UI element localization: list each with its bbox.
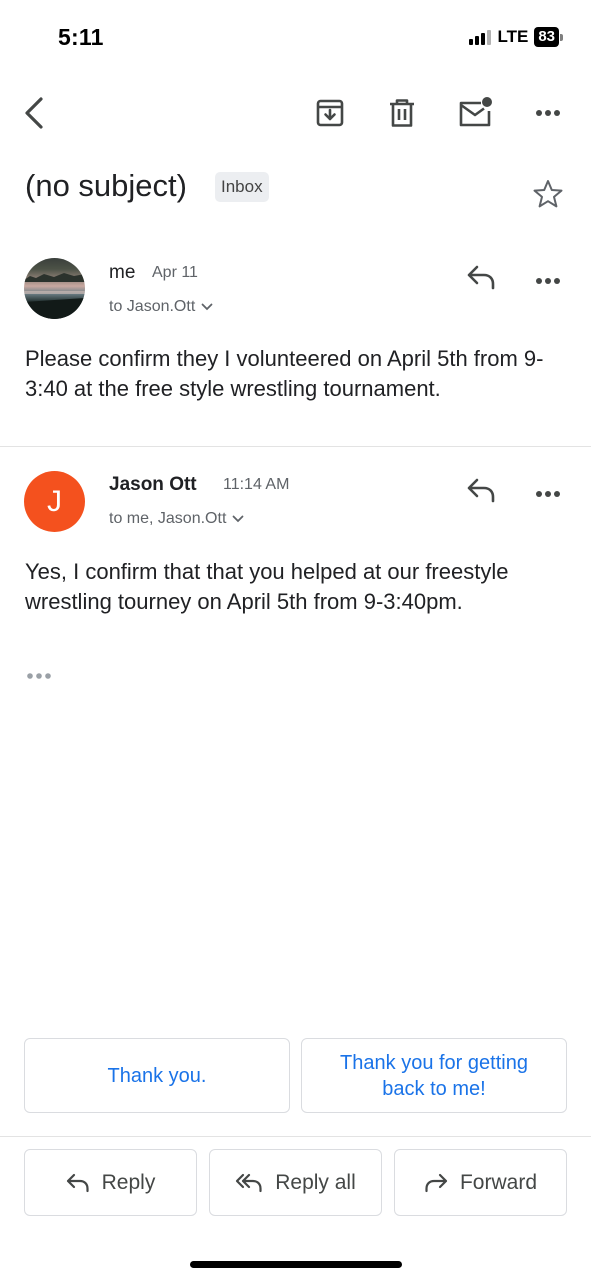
mark-unread-button[interactable]	[455, 93, 495, 133]
archive-button[interactable]	[310, 93, 350, 133]
forward-icon	[425, 1173, 448, 1192]
message-date: Apr 11	[152, 264, 198, 281]
message-more-button[interactable]	[535, 485, 561, 503]
reply-button[interactable]	[466, 477, 496, 508]
chevron-left-icon	[25, 97, 43, 129]
sender-name: Jason Ott	[109, 474, 197, 495]
reply-icon	[467, 478, 495, 503]
message-date: 11:14 AM	[223, 476, 290, 493]
archive-icon	[316, 99, 344, 127]
message-body: Yes, I confirm that that you helped at o…	[25, 559, 509, 614]
status-indicators: LTE 83	[469, 27, 563, 47]
smart-reply-button[interactable]: Thank you.	[24, 1038, 290, 1113]
reply-icon	[467, 265, 495, 290]
landscape-photo-icon	[24, 273, 85, 319]
sender-avatar[interactable]: J	[24, 471, 85, 532]
signal-icon	[469, 29, 492, 45]
more-horizontal-icon	[536, 491, 560, 497]
more-horizontal-icon	[536, 278, 560, 284]
actions-divider	[0, 1136, 591, 1137]
email-subject: (no subject)	[25, 168, 187, 203]
message-divider	[0, 446, 591, 447]
delete-button[interactable]	[382, 93, 422, 133]
recipients-text: to me, Jason.Ott	[109, 510, 227, 527]
trash-icon	[390, 99, 414, 127]
inbox-label[interactable]: Inbox	[215, 172, 269, 202]
reply-all-label: Reply all	[275, 1170, 356, 1194]
forward-label: Forward	[459, 1170, 538, 1194]
reply-all-icon	[236, 1173, 262, 1192]
message-more-button[interactable]	[535, 272, 561, 290]
recipients-toggle[interactable]: to Jason.Ott	[109, 298, 213, 316]
back-button[interactable]	[14, 93, 54, 133]
reply-icon	[66, 1173, 89, 1192]
chevron-down-icon	[201, 303, 213, 311]
battery-icon: 83	[534, 27, 563, 47]
sender-avatar[interactable]	[24, 258, 85, 319]
message-body: Please confirm they I volunteered on Apr…	[25, 346, 544, 401]
mail-unread-icon	[459, 97, 492, 127]
battery-level: 83	[534, 27, 559, 47]
more-options-button[interactable]	[528, 93, 568, 133]
chevron-down-icon	[232, 515, 244, 523]
more-horizontal-icon	[536, 110, 560, 116]
status-time: 5:11	[58, 24, 104, 50]
reply-button[interactable]	[466, 264, 496, 295]
star-icon	[533, 180, 563, 208]
recipients-text: to Jason.Ott	[109, 298, 196, 315]
network-type: LTE	[497, 27, 529, 46]
reply-action-button[interactable]: Reply	[24, 1149, 197, 1216]
reply-all-action-button[interactable]: Reply all	[209, 1149, 382, 1216]
smart-reply-button[interactable]: Thank you for getting back to me!	[301, 1038, 567, 1113]
home-indicator[interactable]	[190, 1261, 402, 1268]
reply-label: Reply	[101, 1170, 156, 1194]
sender-name: me	[109, 262, 136, 283]
forward-action-button[interactable]: Forward	[394, 1149, 567, 1216]
more-horizontal-icon	[27, 673, 51, 679]
star-button[interactable]	[532, 178, 564, 215]
recipients-toggle[interactable]: to me, Jason.Ott	[109, 510, 244, 528]
show-trimmed-button[interactable]	[25, 668, 53, 686]
